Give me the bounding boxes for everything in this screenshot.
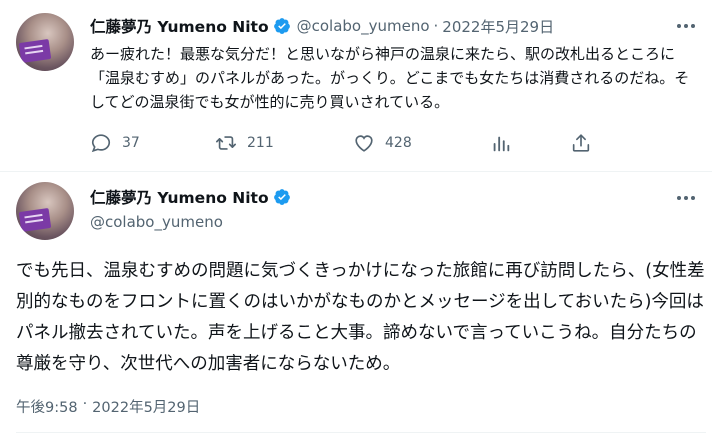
- reply-icon: [91, 134, 111, 153]
- like-icon: [355, 135, 373, 152]
- avatar-sign-graphic: [18, 39, 52, 63]
- separator-dot: ·: [82, 396, 88, 412]
- tweet-2-text: でも先日、温泉むすめの問題に気づくきっかけになった旅館に再び訪問したら、(女性差…: [16, 261, 705, 374]
- author-handle[interactable]: @colabo_yumeno: [90, 213, 297, 231]
- author-handle[interactable]: @colabo_yumeno: [297, 17, 430, 35]
- retweet-button[interactable]: 211: [215, 130, 274, 156]
- retweet-count: 211: [247, 135, 274, 151]
- tweet-2-header: 仁藤夢乃 Yumeno Nito @colabo_yumeno: [90, 186, 297, 231]
- tweet-1-actions: 37 211 428: [78, 130, 698, 156]
- tweet-1[interactable]: 仁藤夢乃 Yumeno Nito @colabo_yumeno · 2022年5…: [0, 0, 712, 172]
- author-name[interactable]: 仁藤夢乃 Yumeno Nito: [90, 15, 269, 37]
- divider: [16, 432, 706, 433]
- avatar[interactable]: [16, 182, 74, 240]
- reply-count: 37: [122, 135, 140, 151]
- avatar[interactable]: [16, 13, 74, 71]
- more-icon[interactable]: [674, 14, 698, 38]
- share-button[interactable]: [570, 130, 592, 156]
- tweet-1-header: 仁藤夢乃 Yumeno Nito @colabo_yumeno · 2022年5…: [90, 15, 554, 37]
- like-count: 428: [385, 135, 412, 151]
- verified-badge-icon: [273, 189, 290, 205]
- tweet-2-timestamp[interactable]: 午後9:58 · 2022年5月29日: [16, 396, 200, 417]
- separator-dot: ·: [433, 17, 439, 35]
- analytics-button[interactable]: [490, 130, 512, 156]
- avatar-sign-graphic: [18, 208, 52, 232]
- more-icon[interactable]: [674, 186, 698, 210]
- like-button[interactable]: 428: [353, 130, 412, 156]
- reply-button[interactable]: 37: [90, 130, 140, 156]
- tweet-date[interactable]: 2022年5月29日: [442, 16, 554, 37]
- tweet-1-text: あー疲れた！最悪な気分だ！と思いながら神戸の温泉に来たら、駅の改札出るところに「…: [90, 45, 690, 111]
- retweet-icon: [216, 136, 236, 150]
- verified-badge-icon: [273, 18, 290, 34]
- author-name[interactable]: 仁藤夢乃 Yumeno Nito: [90, 186, 269, 208]
- tweet-date: 2022年5月29日: [92, 400, 201, 416]
- share-icon: [572, 134, 590, 152]
- analytics-icon: [493, 136, 510, 152]
- tweet-time: 午後9:58: [16, 400, 78, 416]
